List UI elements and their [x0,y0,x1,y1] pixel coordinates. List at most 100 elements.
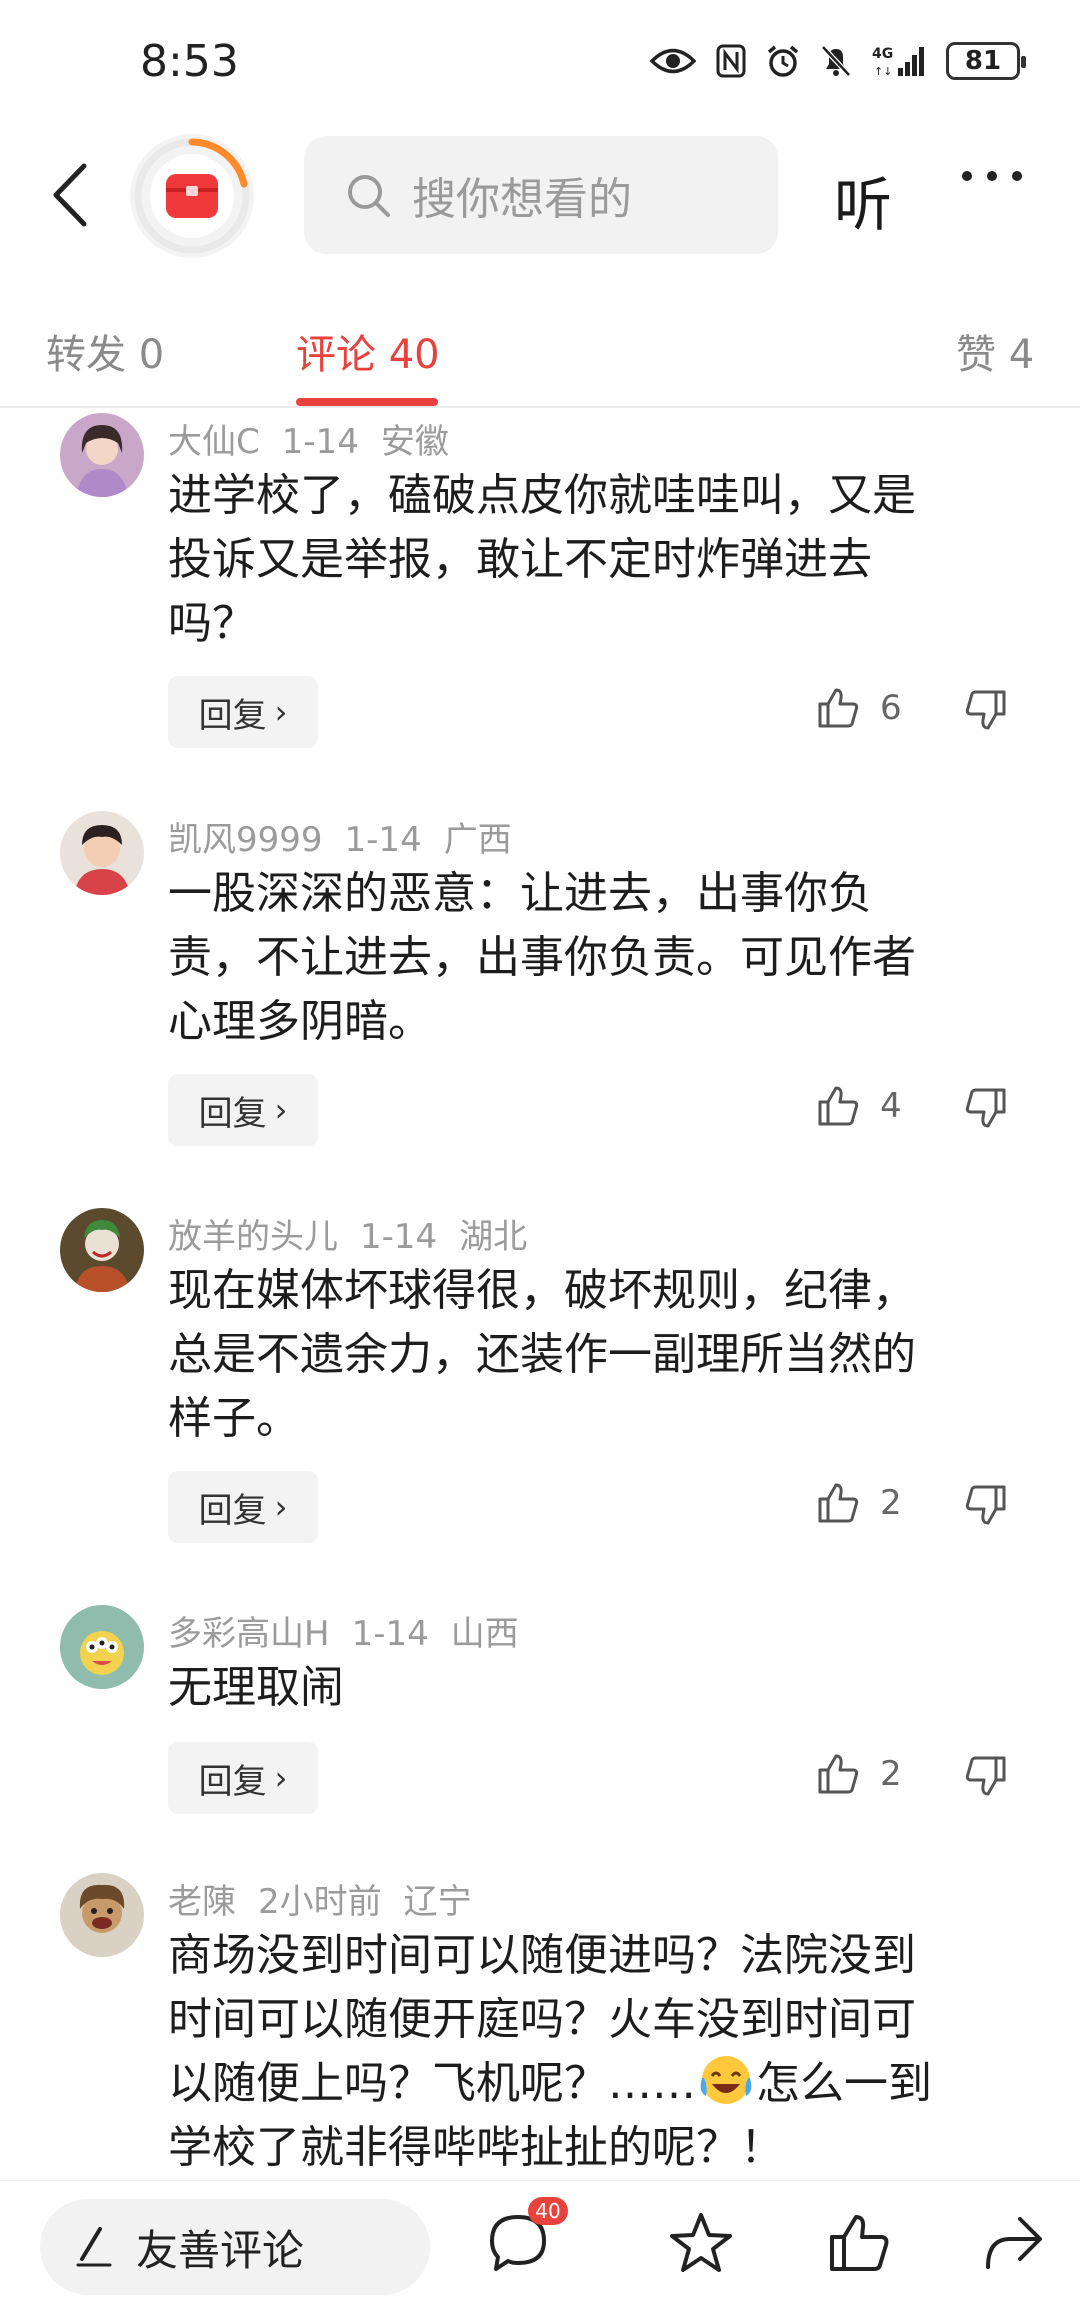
comment-username[interactable]: 凯风9999 [168,820,323,860]
share-button[interactable] [980,2211,1046,2279]
chevron-right-icon: › [274,1759,288,1797]
comment-input-placeholder: 友善评论 [136,2225,305,2275]
star-icon [670,2213,732,2272]
comment-username[interactable]: 老陳 [168,1882,236,1922]
like-button[interactable]: 4 [816,1084,902,1128]
comment-line: 总是不遗余力，还装作一副理所当然的 [168,1329,916,1380]
user-avatar-image [60,1605,144,1689]
alarm-icon [767,45,799,77]
reply-label: 回复 [198,1490,267,1531]
reply-button[interactable]: 回复 › [168,1471,318,1543]
comment-line: 商场没到时间可以随便进吗？法院没到 [168,1930,916,1981]
comment-line: 无理取闹 [168,1662,344,1713]
comment-line: 时间可以随便开庭吗？火车没到时间可 [168,1994,916,2045]
active-tab-indicator [296,398,438,406]
like-count: 6 [880,688,902,728]
comment-region: 湖北 [459,1217,528,1257]
thumbs-up-icon [818,688,859,728]
avatar[interactable] [60,1208,144,1292]
comment-line-with-emoji: 以随便上吗？飞机呢？…… 怎么一到 [168,2052,1008,2116]
listen-button[interactable]: 听 [834,158,892,242]
comment-count-badge: 40 [528,2197,568,2225]
comment-date: 1-14 [360,1217,438,1257]
comment-text: 无理取闹 [168,1656,1008,1720]
tab-comments[interactable]: 评论 40 [296,322,440,380]
search-box[interactable]: 搜你想看的 [304,136,778,254]
chevron-right-icon: › [274,1488,288,1526]
laughing-crying-emoji-icon [700,2056,752,2104]
signal-icon: 4G ↑↓ [872,46,924,78]
comment-username[interactable]: 多彩高山H [168,1614,330,1654]
thumbs-down-icon [965,1485,1006,1525]
like-count: 2 [880,1483,902,1523]
comment-input[interactable]: 友善评论 [40,2199,430,2295]
comment-line: 责，不让进去，出事你负责。可见作者 [168,932,916,983]
reply-label: 回复 [198,1093,267,1134]
comment-date: 1-14 [281,422,359,462]
like-button[interactable]: 2 [816,1481,902,1525]
comment-username[interactable]: 大仙C [168,422,260,462]
dislike-button[interactable] [964,1086,1008,1134]
reply-button[interactable]: 回复 › [168,1074,318,1146]
chevron-right-icon: › [274,1091,288,1129]
app-logo-icon [134,138,250,254]
like-count: 4 [880,1086,902,1126]
comment-text: 商场没到时间可以随便进吗？法院没到 时间可以随便开庭吗？火车没到时间可 以随便上… [168,1924,1008,2180]
chevron-right-icon: › [274,693,288,731]
dislike-button[interactable] [964,1754,1008,1802]
like-post-button[interactable] [826,2211,892,2279]
avatar[interactable] [60,811,144,895]
top-nav: 搜你想看的 听 [0,130,1080,260]
comment-line: 学校了就非得哔哔扯扯的呢？！ [168,2122,784,2173]
thumbs-down-icon [965,690,1006,730]
avatar[interactable] [60,1873,144,1957]
user-avatar-image [60,1873,144,1957]
status-bar: 8:53 4G ↑↓ 81 [0,0,1080,120]
mute-bell-icon [821,45,851,77]
svg-text:4G: 4G [872,46,893,62]
like-button[interactable]: 6 [816,686,902,730]
dislike-button[interactable] [964,688,1008,736]
comment-line: 吗？ [168,598,256,649]
user-avatar-image [60,413,144,497]
comment-item: 老陳 2小时前 辽宁 商场没到时间可以随便进吗？法院没到 时间可以随便开庭吗？火车没… [0,1870,1080,2180]
comment-line: 投诉又是举报，敢让不定时炸弹进去 [168,534,872,585]
clock: 8:53 [140,36,239,87]
avatar[interactable] [60,1605,144,1689]
comment-meta: 大仙C 1-14 安徽 [168,414,471,463]
back-button[interactable] [50,162,90,232]
reply-button[interactable]: 回复 › [168,676,318,748]
reply-label: 回复 [198,695,267,736]
comment-text: 进学校了，磕破点皮你就哇哇叫，又是 投诉又是举报，敢让不定时炸弹进去 吗？ [168,464,1008,656]
comment-line: 心理多阴暗。 [168,996,432,1047]
dislike-button[interactable] [964,1483,1008,1531]
nfc-icon [716,44,746,78]
comment-date: 1-14 [351,1614,429,1654]
favorite-button[interactable] [668,2211,734,2279]
reply-button[interactable]: 回复 › [168,1742,318,1814]
comment-region: 辽宁 [403,1882,472,1922]
like-button[interactable]: 2 [816,1752,902,1796]
search-icon [348,175,390,217]
thumbs-up-icon [818,1483,859,1523]
battery-indicator: 81 [946,42,1026,80]
share-arrow-icon [986,2217,1042,2269]
avatar[interactable] [60,413,144,497]
tab-likes[interactable]: 赞 4 [956,322,1034,380]
comment-date: 2小时前 [258,1882,382,1922]
comment-line: 样子。 [168,1393,300,1444]
comment-region: 山西 [450,1614,519,1654]
comment-meta: 多彩高山H 1-14 山西 [168,1606,541,1655]
like-count: 2 [880,1754,902,1794]
more-dots-icon [962,171,1022,181]
more-button[interactable] [960,168,1024,187]
comment-text: 现在媒体坏球得很，破坏规则，纪律， 总是不遗余力，还装作一副理所当然的 样子。 [168,1259,1008,1451]
thumbs-up-icon [818,1086,859,1126]
thumbs-down-icon [965,1088,1006,1128]
comment-text: 一股深深的恶意：让进去，出事你负 责，不让进去，出事你负责。可见作者 心理多阴暗… [168,862,1008,1054]
pen-icon [76,2227,112,2267]
comment-username[interactable]: 放羊的头儿 [168,1217,338,1257]
tab-reposts[interactable]: 转发 0 [46,322,164,380]
thumbs-up-icon [818,1754,859,1794]
author-avatar[interactable] [130,134,254,258]
